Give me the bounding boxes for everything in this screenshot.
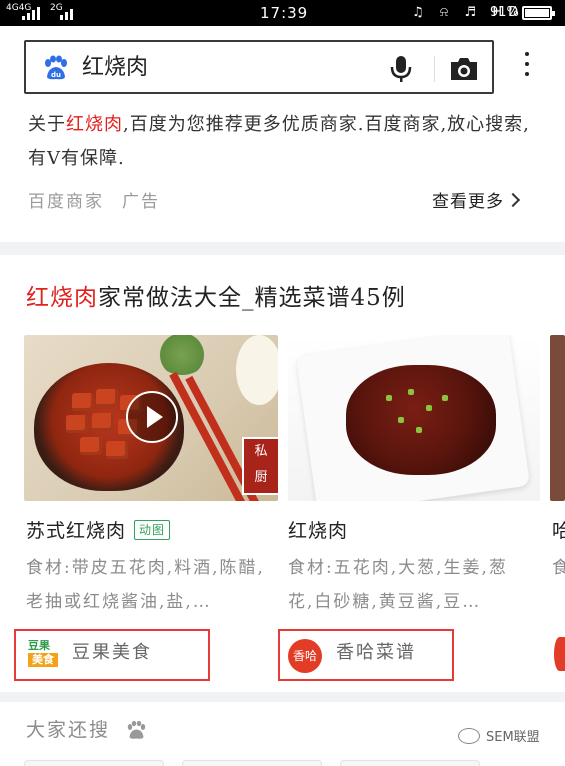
bowl-image bbox=[236, 335, 278, 405]
search-divider bbox=[434, 56, 435, 82]
battery-icon bbox=[522, 6, 555, 20]
baidu-paw-icon bbox=[127, 720, 146, 739]
battery-percentage: 91% bbox=[490, 5, 519, 20]
recipe-result-title[interactable]: 红烧肉家常做法大全_精选菜谱45例 bbox=[26, 281, 406, 315]
baidu-paw-logo-icon: du bbox=[45, 55, 67, 80]
camera-icon[interactable] bbox=[448, 56, 480, 82]
recipe-result-card: 红烧肉家常做法大全_精选菜谱45例 私厨 苏式红烧肉 动图 食材:带皮五花肉,料酒… bbox=[0, 255, 565, 692]
ad-card[interactable]: 关于红烧肉,百度为您推荐更多优质商家.百度商家,放心搜索,有V有保障. 百度商家… bbox=[0, 106, 565, 242]
watermark: SEM联盟 bbox=[458, 728, 540, 748]
recipe-source-1[interactable]: 豆果 美食 豆果美食 bbox=[14, 629, 210, 681]
suggestion-chip-2[interactable] bbox=[182, 760, 322, 766]
stamp-logo: 私厨 bbox=[242, 437, 278, 495]
recipe-thumbnail-2[interactable] bbox=[288, 335, 540, 501]
microphone-icon[interactable] bbox=[388, 54, 414, 84]
recipe-item-ingredients-2: 食材:五花肉,大葱,生姜,葱花,白砂糖,黄豆酱,豆… bbox=[288, 558, 508, 612]
also-search-card: 大家还搜 SEM联盟 bbox=[0, 702, 565, 766]
recipe-thumbnail-3[interactable] bbox=[550, 335, 565, 501]
suggestion-chip-1[interactable] bbox=[24, 760, 164, 766]
recipe-item-title-2[interactable]: 红烧肉 bbox=[288, 517, 348, 545]
ad-tag: 广告 bbox=[122, 192, 160, 212]
search-query-text[interactable]: 红烧肉 bbox=[82, 54, 148, 82]
xianghha-logo-icon: 香哈 bbox=[288, 639, 322, 673]
chevron-right-icon bbox=[505, 192, 521, 208]
ad-source: 百度商家 bbox=[28, 192, 104, 212]
signal-strength-icon bbox=[22, 6, 42, 20]
recipe-item-title-1[interactable]: 苏式红烧肉 动图 bbox=[26, 517, 171, 545]
douguo-logo-icon: 豆果 美食 bbox=[28, 639, 58, 669]
braised-pork-image bbox=[346, 365, 496, 475]
clock: 17:39 bbox=[260, 4, 309, 22]
source-name: 豆果美食 bbox=[72, 642, 152, 663]
recipe-thumbnail-1[interactable]: 私厨 bbox=[24, 335, 278, 501]
more-vertical-icon[interactable] bbox=[520, 52, 534, 82]
also-search-title: 大家还搜 bbox=[26, 719, 111, 741]
status-bar: 4G4G 2G 17:39 ♫ ⍾ ♬ HD 91% bbox=[0, 0, 565, 26]
ad-description: 关于红烧肉,百度为您推荐更多优质商家.百度商家,放心搜索,有V有保障. bbox=[28, 114, 530, 169]
animated-badge: 动图 bbox=[134, 520, 171, 540]
see-more-link[interactable]: 查看更多 bbox=[432, 190, 521, 214]
suggestion-chip-3[interactable] bbox=[340, 760, 480, 766]
herb-garnish bbox=[152, 335, 212, 375]
play-video-icon[interactable] bbox=[126, 391, 178, 443]
svg-text:du: du bbox=[51, 71, 61, 79]
recipe-source-3-logo-icon[interactable] bbox=[554, 637, 565, 671]
recipe-item-ingredients-3: 食 bbox=[552, 558, 565, 578]
ad-meta: 百度商家 广告 bbox=[28, 190, 160, 214]
search-header: du 红烧肉 bbox=[0, 26, 565, 106]
recipe-item-title-3[interactable]: 哈 bbox=[552, 517, 565, 545]
recipe-item-ingredients-1: 食材:带皮五花肉,料酒,陈醋,老抽或红烧酱油,盐,… bbox=[26, 558, 265, 612]
recipe-source-2[interactable]: 香哈 香哈菜谱 bbox=[278, 629, 454, 681]
source-name: 香哈菜谱 bbox=[336, 642, 416, 663]
wechat-icon bbox=[458, 728, 480, 744]
search-box[interactable]: du 红烧肉 bbox=[24, 40, 494, 94]
signal-strength-icon-2 bbox=[60, 6, 76, 20]
